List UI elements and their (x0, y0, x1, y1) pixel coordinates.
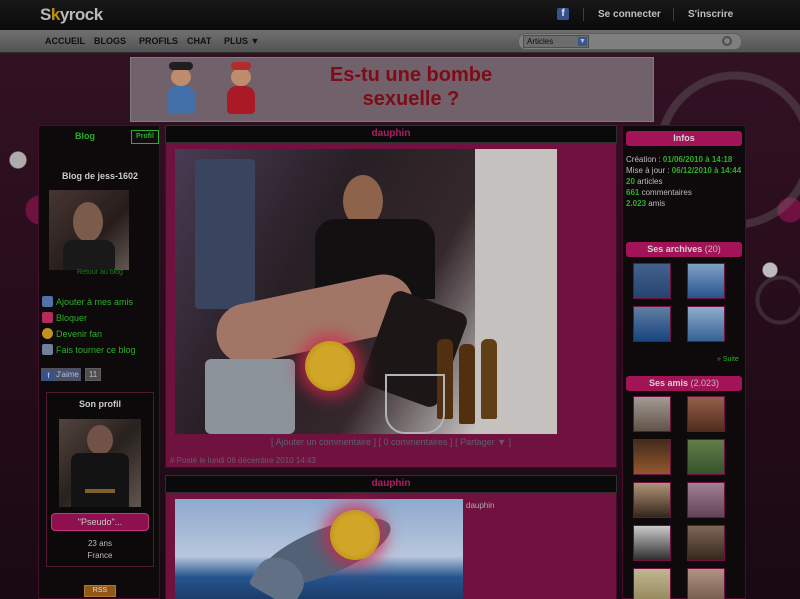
friend-avatar[interactable] (633, 482, 671, 518)
article-caption: dauphin (466, 501, 495, 510)
blog-title: Blog de jess-1602 (61, 171, 139, 181)
friend-avatar[interactable] (687, 482, 725, 518)
main-content: dauphin [ Ajouter un commentaire ] [ 0 c… (165, 125, 617, 599)
facebook-icon[interactable]: f (557, 8, 569, 20)
creation-date: Création : 01/06/2010 à 14:18 (626, 155, 733, 164)
friends-header[interactable]: Ses amis (2.023) (626, 376, 742, 391)
block-icon (42, 312, 53, 323)
cartoon-character-left (161, 62, 201, 118)
profile-age: 23 ans (87, 539, 113, 548)
emoji-sticker (330, 510, 380, 560)
pseudo-button[interactable]: "Pseudo"... (51, 513, 149, 531)
friend-avatar[interactable] (633, 439, 671, 475)
share-icon (42, 344, 53, 355)
nav-chat[interactable]: CHAT (187, 36, 211, 46)
articles-count[interactable]: 20 articles (626, 176, 744, 187)
top-bar: Skyrock f Se connecter S'inscrire (0, 0, 800, 30)
comments-count[interactable]: 661 commentaires (626, 187, 744, 198)
facebook-icon: f (44, 372, 53, 381)
article-photo[interactable] (175, 499, 463, 599)
add-user-icon (42, 296, 53, 307)
signup-link[interactable]: S'inscrire (688, 9, 733, 20)
article-title[interactable]: dauphin (165, 125, 617, 143)
tab-profil[interactable]: Profil (131, 130, 159, 144)
nav-plus[interactable]: PLUS ▼ (224, 36, 259, 46)
archives-more-link[interactable]: » Suite (717, 356, 739, 363)
block-link[interactable]: Bloquer (42, 312, 87, 323)
profile-country: France (87, 551, 113, 560)
article-body: [ Ajouter un commentaire ] [ 0 commentai… (165, 143, 617, 468)
search-icon[interactable] (722, 36, 732, 46)
friend-avatar[interactable] (633, 568, 671, 599)
left-sidebar: Blog Profil Blog de jess-1602 Retour au … (38, 125, 160, 599)
article-card: dauphin dauphin (165, 475, 617, 599)
skyrock-logo[interactable]: Skyrock (40, 5, 103, 25)
banner-title: Es-tu une bombe sexuelle ? (329, 64, 493, 110)
friend-avatar[interactable] (633, 396, 671, 432)
banner-ad[interactable]: Es-tu une bombe sexuelle ? (130, 57, 654, 122)
friend-avatar[interactable] (687, 439, 725, 475)
article-photo[interactable] (175, 149, 557, 434)
friend-avatar[interactable] (687, 396, 725, 432)
article-body: dauphin (165, 493, 617, 599)
avatar-caption[interactable]: Retour au blog (39, 269, 161, 276)
become-fan-link[interactable]: Devenir fan (42, 328, 102, 339)
infos-block: Création : 01/06/2010 à 14:18 Mise à jou… (626, 154, 744, 209)
archive-thumbnail[interactable] (633, 263, 671, 299)
update-date: Mise à jour : 06/12/2010 à 14:44 (626, 166, 742, 175)
blog-avatar[interactable] (49, 190, 129, 270)
article-card: dauphin [ Ajouter un commentaire ] [ 0 c… (165, 125, 617, 468)
friend-avatar[interactable] (687, 568, 725, 599)
login-link[interactable]: Se connecter (598, 9, 661, 20)
article-date: # Posté le lundi 06 décembre 2010 14:43 (170, 456, 316, 465)
nav-profils[interactable]: PROFILS (139, 36, 178, 46)
share-blog-link[interactable]: Fais tourner ce blog (42, 344, 136, 355)
chevron-down-icon: ▼ (578, 37, 587, 46)
friends-count[interactable]: 2.023 amis (626, 198, 744, 209)
friend-avatar[interactable] (687, 525, 725, 561)
search-category-select[interactable]: Articles ▼ (523, 35, 589, 48)
separator (583, 8, 584, 21)
article-title[interactable]: dauphin (165, 475, 617, 493)
rss-button[interactable]: RSS (84, 585, 116, 597)
star-icon (42, 328, 53, 339)
separator (673, 8, 674, 21)
emoji-sticker (305, 341, 355, 391)
archive-thumbnail[interactable] (687, 263, 725, 299)
infos-header: Infos (626, 131, 742, 146)
profile-box: Son profil "Pseudo"... 23 ans France (46, 392, 154, 567)
archive-thumbnail[interactable] (633, 306, 671, 342)
profile-title: Son profil (79, 399, 121, 409)
tab-blog[interactable]: Blog (75, 131, 95, 141)
friend-avatar[interactable] (633, 525, 671, 561)
add-friend-link[interactable]: Ajouter à mes amis (42, 296, 133, 307)
archives-header[interactable]: Ses archives (20) (626, 242, 742, 257)
cartoon-character-right (221, 62, 261, 118)
profile-photo[interactable] (59, 419, 141, 507)
article-actions[interactable]: [ Ajouter un commentaire ] [ 0 commentai… (166, 437, 616, 447)
nav-accueil[interactable]: ACCUEIL (45, 36, 85, 46)
facebook-like-button[interactable]: f J'aime (41, 368, 81, 381)
right-sidebar: Infos Création : 01/06/2010 à 14:18 Mise… (622, 125, 746, 599)
archive-thumbnail[interactable] (687, 306, 725, 342)
nav-blogs[interactable]: BLOGS (94, 36, 126, 46)
like-count: 11 (85, 368, 101, 381)
